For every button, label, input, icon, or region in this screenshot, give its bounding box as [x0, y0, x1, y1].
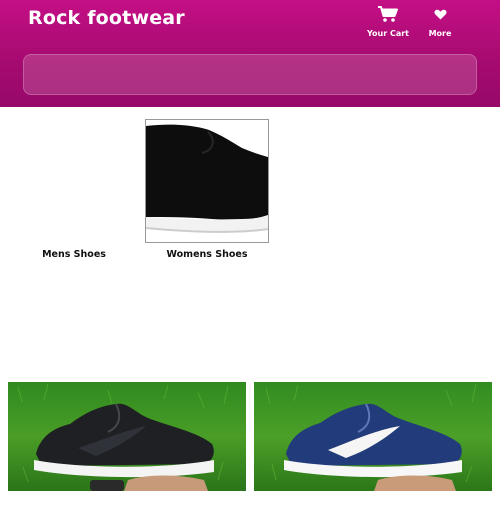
heart-icon	[413, 3, 467, 25]
womens-shoes-image	[145, 119, 269, 243]
cart-icon	[361, 3, 415, 25]
promo-banner-blue-sneaker[interactable]	[254, 382, 492, 491]
category-womens-shoes[interactable]: Womens Shoes	[145, 119, 269, 260]
more-button[interactable]: More	[413, 3, 467, 38]
cart-button[interactable]: Your Cart	[361, 3, 415, 38]
brand-title[interactable]: Rock footwear	[28, 7, 185, 29]
cart-label: Your Cart	[366, 29, 410, 38]
app-header: Rock footwear Your Cart More	[0, 0, 500, 107]
blue-sneaker-image	[254, 382, 492, 491]
category-label: Mens Shoes	[42, 249, 106, 260]
promo-banner-black-sneaker[interactable]	[8, 382, 246, 491]
category-mens-shoes[interactable]: Mens Shoes	[12, 119, 136, 260]
mens-shoes-image	[12, 119, 136, 243]
more-label: More	[428, 29, 452, 38]
search-bar[interactable]	[23, 54, 477, 95]
category-label: Womens Shoes	[166, 249, 248, 260]
black-sneaker-image	[8, 382, 246, 491]
